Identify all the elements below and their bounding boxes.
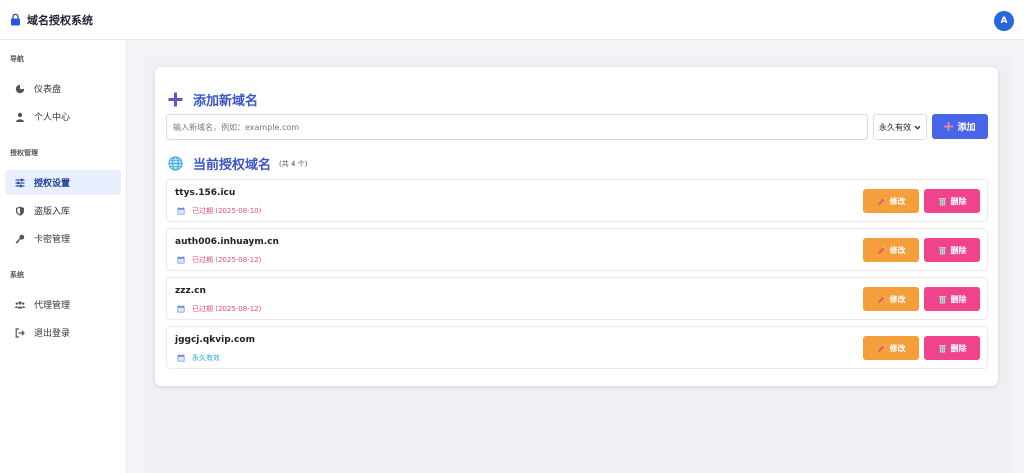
brand[interactable]: 域名授权系统 — [10, 12, 93, 28]
sidebar: 导航 仪表盘 个人中心 授权管理 授权设置 盗版入库 卡密管理 系统 代理管理 … — [0, 40, 127, 473]
pencil-icon — [877, 344, 885, 352]
delete-label: 删除 — [950, 196, 967, 206]
trash-icon — [938, 344, 946, 353]
edit-button[interactable]: 修改 — [863, 336, 919, 360]
domain-row: zzz.cn 已过期 (2025-08-12) 修改 删除 — [166, 277, 988, 320]
sidebar-item-logout[interactable]: 退出登录 — [5, 320, 121, 345]
globe-icon — [168, 156, 183, 171]
add-domain-form: 永久有效 添加 — [166, 114, 988, 140]
trash-icon — [938, 197, 946, 206]
add-domain-title: 添加新域名 — [193, 94, 259, 109]
edit-label: 修改 — [889, 343, 906, 353]
avatar[interactable]: A — [994, 11, 1014, 31]
edit-label: 修改 — [889, 294, 906, 304]
sidebar-item-label: 盗版入库 — [34, 207, 71, 217]
sidebar-item-profile[interactable]: 个人中心 — [5, 104, 121, 129]
row-actions: 修改 删除 — [863, 189, 980, 213]
sidebar-item-label: 个人中心 — [34, 113, 71, 123]
users-icon — [15, 300, 25, 308]
row-actions: 修改 删除 — [863, 336, 980, 360]
domain-status: 已过期 (2025-08-12) — [177, 304, 261, 314]
edit-button[interactable]: 修改 — [863, 238, 919, 262]
pencil-icon — [877, 197, 885, 205]
expiry-text: 已过期 (2025-08-12) — [192, 256, 262, 264]
main-content: 添加新域名 永久有效 添加 当前授权域名 (共 4 个) ttys.156.ic… — [145, 57, 1012, 473]
sidebar-item-label: 代理管理 — [34, 301, 71, 311]
calendar-icon — [177, 354, 185, 362]
domain-status: 已过期 (2025-08-10) — [177, 206, 261, 216]
edit-label: 修改 — [889, 196, 906, 206]
lock-icon — [11, 13, 20, 26]
expiry-text: 永久有效 — [192, 354, 220, 362]
sidebar-item-piracy[interactable]: 盗版入库 — [5, 198, 121, 223]
chevron-down-icon — [914, 125, 921, 130]
domain-row: ttys.156.icu 已过期 (2025-08-10) 修改 删除 — [166, 179, 988, 222]
logout-icon — [15, 327, 25, 338]
delete-label: 删除 — [950, 343, 967, 353]
edit-label: 修改 — [889, 245, 906, 255]
domain-count: (共 4 个) — [279, 159, 308, 168]
domain-status: 已过期 (2025-08-12) — [177, 255, 261, 265]
pencil-icon — [877, 295, 885, 303]
sidebar-section-title: 授权管理 — [10, 149, 38, 157]
domain-name: jggcj.qkvip.com — [175, 335, 255, 345]
calendar-icon — [177, 207, 185, 215]
duration-selected: 永久有效 — [879, 122, 911, 132]
row-actions: 修改 删除 — [863, 287, 980, 311]
trash-icon — [938, 246, 946, 255]
shield-icon — [16, 206, 24, 216]
sidebar-item-dashboard[interactable]: 仪表盘 — [5, 76, 121, 101]
plus-icon — [168, 92, 183, 107]
sidebar-item-agents[interactable]: 代理管理 — [5, 292, 121, 317]
domain-card: 添加新域名 永久有效 添加 当前授权域名 (共 4 个) ttys.156.ic… — [155, 67, 998, 386]
domain-list: ttys.156.icu 已过期 (2025-08-10) 修改 删除 auth… — [166, 179, 988, 375]
delete-button[interactable]: 删除 — [924, 189, 980, 213]
calendar-icon — [177, 256, 185, 264]
delete-label: 删除 — [950, 245, 967, 255]
top-bar: 域名授权系统 A — [0, 0, 1024, 40]
sidebar-item-auth-settings[interactable]: 授权设置 — [5, 170, 121, 195]
trash-icon — [938, 295, 946, 304]
edit-button[interactable]: 修改 — [863, 189, 919, 213]
dashboard-icon — [15, 84, 25, 93]
add-button-label: 添加 — [957, 123, 976, 133]
sidebar-item-label: 卡密管理 — [34, 235, 71, 245]
expiry-text: 已过期 (2025-08-12) — [192, 305, 262, 313]
pencil-icon — [877, 246, 885, 254]
add-domain-heading: 添加新域名 — [168, 90, 258, 109]
expiry-text: 已过期 (2025-08-10) — [192, 207, 262, 215]
sidebar-item-label: 授权设置 — [34, 179, 71, 189]
domain-name: auth006.inhuaym.cn — [175, 237, 279, 247]
domain-input[interactable] — [166, 114, 868, 140]
key-icon — [15, 234, 25, 243]
user-icon — [16, 112, 24, 122]
sidebar-item-card-keys[interactable]: 卡密管理 — [5, 226, 121, 251]
domains-heading: 当前授权域名 (共 4 个) — [168, 154, 307, 173]
delete-button[interactable]: 删除 — [924, 238, 980, 262]
sidebar-item-label: 退出登录 — [34, 329, 71, 339]
sliders-icon — [15, 178, 25, 187]
delete-button[interactable]: 删除 — [924, 287, 980, 311]
sidebar-section-title: 导航 — [10, 55, 24, 63]
duration-select[interactable]: 永久有效 — [873, 114, 927, 140]
delete-label: 删除 — [950, 294, 967, 304]
calendar-icon — [177, 305, 185, 313]
sidebar-item-label: 仪表盘 — [34, 85, 62, 95]
plus-icon — [944, 122, 954, 131]
row-actions: 修改 删除 — [863, 238, 980, 262]
domain-name: ttys.156.icu — [175, 188, 236, 198]
domain-status: 永久有效 — [177, 353, 220, 363]
delete-button[interactable]: 删除 — [924, 336, 980, 360]
sidebar-section-title: 系统 — [10, 271, 24, 279]
domains-title: 当前授权域名 — [193, 158, 272, 173]
add-button[interactable]: 添加 — [932, 114, 988, 139]
domain-name: zzz.cn — [175, 286, 206, 296]
domain-row: jggcj.qkvip.com 永久有效 修改 删除 — [166, 326, 988, 369]
edit-button[interactable]: 修改 — [863, 287, 919, 311]
app-title: 域名授权系统 — [27, 13, 93, 27]
domain-row: auth006.inhuaym.cn 已过期 (2025-08-12) 修改 删… — [166, 228, 988, 271]
